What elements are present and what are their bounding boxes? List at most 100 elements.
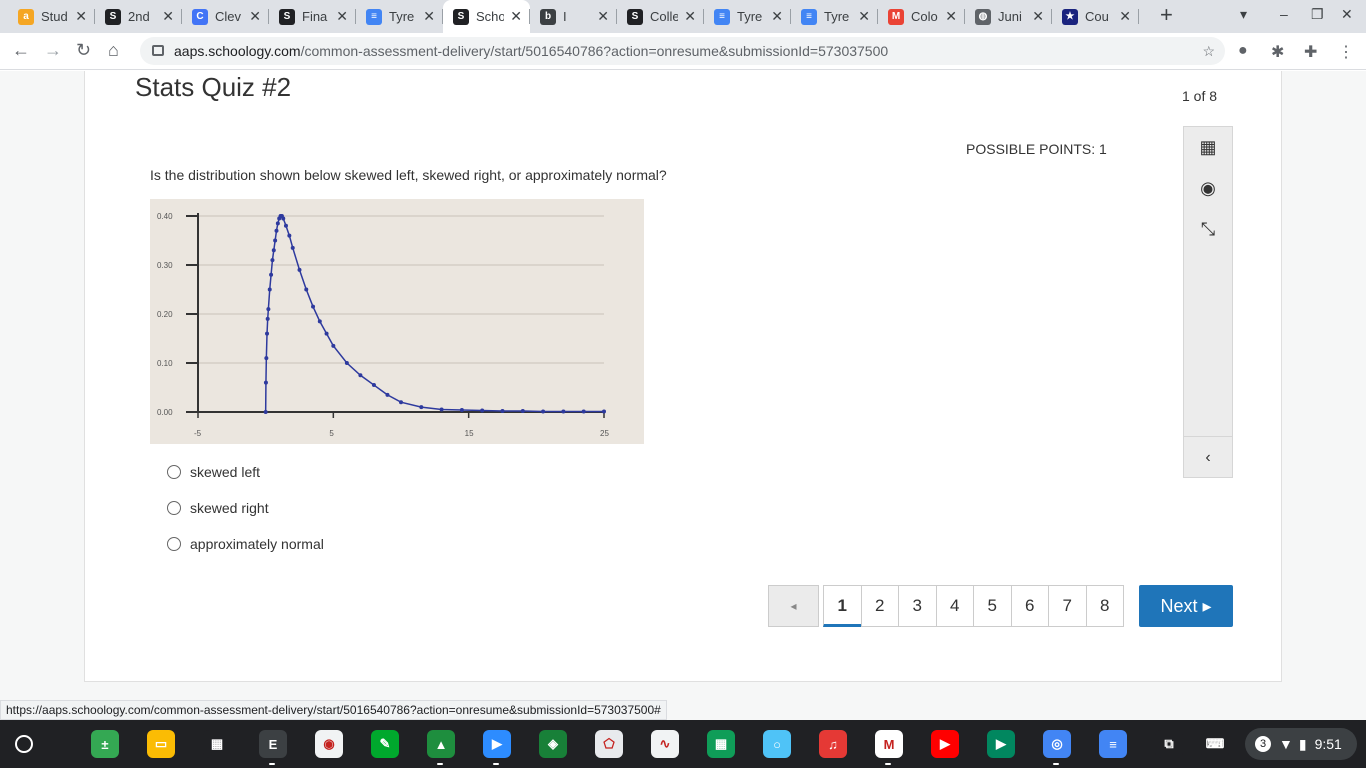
browser-tab[interactable]: C Clev ✕ <box>182 0 269 33</box>
page-button-2[interactable]: 2 <box>860 585 899 627</box>
page-button-4[interactable]: 4 <box>935 585 974 627</box>
radio-button[interactable] <box>167 465 181 479</box>
close-window-icon[interactable]: ✕ <box>1341 6 1353 23</box>
browser-tab[interactable]: S 2nd ✕ <box>95 0 182 33</box>
running-indicator <box>269 763 275 765</box>
play-store-app-icon[interactable]: ▶ <box>987 730 1015 758</box>
new-tab-icon[interactable]: + <box>1160 2 1173 28</box>
system-tray[interactable]: 3 ▼ ▮ 9:51 <box>1245 728 1357 760</box>
close-tab-icon[interactable]: ✕ <box>162 8 174 25</box>
option-skewed-right[interactable]: skewed right <box>167 498 269 518</box>
option-skewed-left[interactable]: skewed left <box>167 462 260 482</box>
close-tab-icon[interactable]: ✕ <box>771 8 783 25</box>
camera-app-icon[interactable]: ◉ <box>315 730 343 758</box>
forward-icon[interactable]: → <box>44 40 62 61</box>
page-button-8[interactable]: 8 <box>1085 585 1124 627</box>
browser-tab[interactable]: M Colo ✕ <box>878 0 965 33</box>
docs-app-icon[interactable]: ≡ <box>1099 730 1127 758</box>
browser-tab[interactable]: a Stud ✕ <box>8 0 95 33</box>
polygon-app-icon[interactable]: ⬠ <box>595 730 623 758</box>
aa-icon: a <box>18 8 34 25</box>
sheets-app-icon[interactable]: ▦ <box>707 730 735 758</box>
e-app-icon[interactable]: E <box>259 730 287 758</box>
zoom-app-icon[interactable]: ▶ <box>483 730 511 758</box>
data-point <box>344 361 349 365</box>
data-point <box>385 392 390 397</box>
close-tab-icon[interactable]: ✕ <box>684 8 696 25</box>
tab-title: Stud <box>41 9 68 24</box>
back-icon[interactable]: ← <box>12 40 30 61</box>
menu-icon[interactable]: ⋮ <box>1338 42 1354 62</box>
browser-tab[interactable]: ★ Cou ✕ <box>1052 0 1139 33</box>
close-tab-icon[interactable]: ✕ <box>597 8 609 25</box>
data-point <box>290 245 295 250</box>
radio-button[interactable] <box>167 537 181 551</box>
close-tab-icon[interactable]: ✕ <box>510 8 522 25</box>
close-tab-icon[interactable]: ✕ <box>1119 8 1131 25</box>
browser-tab[interactable]: ≡ Tyre ✕ <box>356 0 443 33</box>
next-button[interactable]: Next ▸ <box>1139 585 1233 627</box>
browser-tab[interactable]: S Scho ✕ <box>443 0 530 33</box>
option-approximately-normal[interactable]: approximately normal <box>167 534 324 554</box>
docs-icon: ≡ <box>714 8 730 25</box>
tab-title: Fina <box>302 9 328 24</box>
close-tab-icon[interactable]: ✕ <box>336 8 348 25</box>
chrome-app-icon[interactable]: ◎ <box>1043 730 1071 758</box>
close-tab-icon[interactable]: ✕ <box>945 8 957 25</box>
calculator-app-icon[interactable]: ± <box>91 730 119 758</box>
drive-app-icon[interactable]: ▲ <box>427 730 455 758</box>
close-tab-icon[interactable]: ✕ <box>423 8 435 25</box>
bluebook-app-icon[interactable]: ◈ <box>539 730 567 758</box>
browser-tab[interactable]: ≡ Tyre ✕ <box>704 0 791 33</box>
page-title: Stats Quiz #2 <box>135 72 292 102</box>
browser-tab[interactable]: S Colle ✕ <box>617 0 704 33</box>
browser-tab[interactable]: S Fina ✕ <box>269 0 356 33</box>
calculator-icon[interactable]: ▦ <box>1184 137 1232 158</box>
page-button-6[interactable]: 6 <box>1010 585 1049 627</box>
tab-search-icon[interactable]: ▾ <box>1240 6 1247 23</box>
bookmark-star-icon[interactable]: ☆ <box>1202 37 1215 65</box>
close-tab-icon[interactable]: ✕ <box>249 8 261 25</box>
close-tab-icon[interactable]: ✕ <box>75 8 87 25</box>
y-tick-label: 0.40 <box>157 212 173 221</box>
collapse-panel-button[interactable]: ‹ <box>1184 436 1232 478</box>
page-button-3[interactable]: 3 <box>898 585 937 627</box>
browser-tab[interactable]: b I ✕ <box>530 0 617 33</box>
status-url: https://aaps.schoology.com/common-assess… <box>0 700 667 720</box>
home-icon[interactable]: ⌂ <box>108 40 119 61</box>
wave-app-icon[interactable]: ∿ <box>651 730 679 758</box>
page-button-7[interactable]: 7 <box>1048 585 1087 627</box>
youtube-app-icon[interactable]: ▶ <box>931 730 959 758</box>
accessibility-icon[interactable]: ◉ <box>1184 178 1232 199</box>
previous-button[interactable]: ◂ <box>768 585 819 627</box>
gmail-app-icon[interactable]: M <box>875 730 903 758</box>
puzzle-icon[interactable]: ✚ <box>1304 42 1317 62</box>
calculator-dark-app-icon[interactable]: ▦ <box>203 730 231 758</box>
address-bar[interactable]: aaps.schoology.com/common-assessment-del… <box>140 37 1225 65</box>
keyboard-icon[interactable]: ⌨ <box>1201 730 1229 758</box>
extension-icon[interactable]: ● <box>1238 42 1248 60</box>
reload-icon[interactable]: ↻ <box>76 40 91 61</box>
launcher-icon[interactable] <box>15 735 33 753</box>
data-point <box>275 221 280 226</box>
slides-app-icon[interactable]: ▭ <box>147 730 175 758</box>
chevron-left-icon: ‹ <box>1205 449 1211 466</box>
close-tab-icon[interactable]: ✕ <box>858 8 870 25</box>
chat-app-icon[interactable]: ○ <box>763 730 791 758</box>
browser-tab[interactable]: ≡ Tyre ✕ <box>791 0 878 33</box>
music-app-icon[interactable]: ♫ <box>819 730 847 758</box>
fullscreen-icon[interactable]: ⤡ <box>1184 219 1232 240</box>
extension-icon[interactable]: ✱ <box>1271 42 1284 62</box>
page-button-1[interactable]: 1 <box>823 585 862 627</box>
minimize-icon[interactable]: – <box>1280 6 1288 22</box>
site-info-icon[interactable] <box>152 45 164 56</box>
data-point <box>266 307 271 312</box>
evernote-app-icon[interactable]: ✎ <box>371 730 399 758</box>
close-tab-icon[interactable]: ✕ <box>1032 8 1044 25</box>
option-label: approximately normal <box>190 536 324 552</box>
restore-icon[interactable]: ❐ <box>1311 6 1324 23</box>
page-button-5[interactable]: 5 <box>973 585 1012 627</box>
radio-button[interactable] <box>167 501 181 515</box>
screen-capture-icon[interactable]: ⧉ <box>1155 730 1183 758</box>
browser-tab[interactable]: ◍ Juni ✕ <box>965 0 1052 33</box>
